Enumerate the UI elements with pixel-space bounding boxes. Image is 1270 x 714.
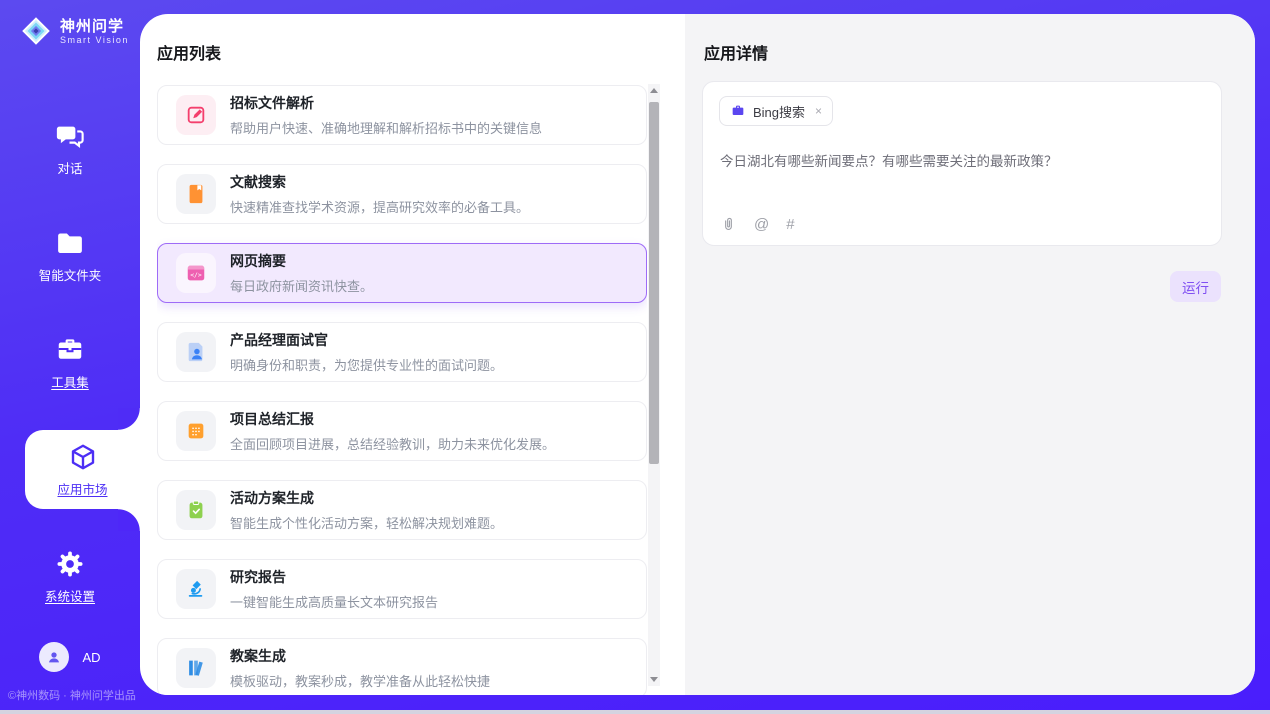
run-button[interactable]: 运行 [1170, 271, 1221, 302]
sidebar-item-label: 工具集 [51, 372, 89, 391]
toolbox-icon [55, 335, 85, 365]
hash-icon[interactable]: # [786, 216, 794, 233]
app-card-title: 研究报告 [230, 567, 438, 587]
tool-chip-label: Bing搜索 [753, 102, 805, 121]
browser-code-icon: </> [176, 253, 216, 293]
app-card-desc: 帮助用户快速、准确地理解和解析招标书中的关键信息 [230, 118, 542, 137]
brand-name: 神州问学 [60, 18, 129, 35]
folder-icon [55, 228, 85, 258]
sidebar-item-label: 应用市场 [57, 479, 107, 498]
app-card-desc: 全面回顾项目进展，总结经验教训，助力未来优化发展。 [230, 434, 555, 453]
tool-chip-bing-search[interactable]: Bing搜索 × [719, 96, 833, 126]
sidebar-item-market[interactable]: 应用市场 [25, 430, 140, 509]
microscope-icon [176, 569, 216, 609]
gear-icon [55, 549, 85, 579]
avatar [39, 642, 69, 672]
app-card-desc: 明确身份和职责，为您提供专业性的面试问题。 [230, 355, 503, 374]
chip-close-icon[interactable]: × [815, 104, 822, 118]
app-card-desc: 智能生成个性化活动方案，轻松解决规划难题。 [230, 513, 503, 532]
app-list-panel: 应用列表 招标文件解析帮助用户快速、准确地理解和解析招标书中的关键信息文献搜索快… [140, 14, 685, 695]
app-card-desc: 每日政府新闻资讯快查。 [230, 276, 373, 295]
edit-doc-icon [176, 95, 216, 135]
composer-toolbar: @ # [720, 216, 795, 233]
app-list-title: 应用列表 [157, 40, 221, 64]
sidebar-item-label: 智能文件夹 [39, 265, 102, 284]
scrollbar-down-arrow-icon[interactable] [650, 677, 658, 682]
note-icon [176, 411, 216, 451]
app-card[interactable]: 招标文件解析帮助用户快速、准确地理解和解析招标书中的关键信息 [157, 85, 647, 145]
bottom-strip [0, 710, 1270, 714]
app-card-list: 招标文件解析帮助用户快速、准确地理解和解析招标书中的关键信息文献搜索快速精准查找… [157, 85, 647, 695]
scrollbar-up-arrow-icon[interactable] [650, 88, 658, 93]
copyright-text: ©神州数码 · 神州问学出品 [8, 687, 136, 703]
query-text-input[interactable]: 今日湖北有哪些新闻要点？有哪些需要关注的最新政策？ [720, 152, 1201, 172]
scrollbar[interactable] [648, 84, 660, 686]
app-card-title: 项目总结汇报 [230, 409, 555, 429]
app-card[interactable]: </> 网页摘要每日政府新闻资讯快查。 [157, 243, 647, 303]
user-initials: AD [82, 650, 100, 665]
app-card[interactable]: 文献搜索快速精准查找学术资源，提高研究效率的必备工具。 [157, 164, 647, 224]
sidebar-item-label: 系统设置 [45, 586, 95, 605]
briefcase-icon [730, 103, 746, 119]
clipboard-check-icon [176, 490, 216, 530]
chat-icon [55, 121, 85, 151]
app-card[interactable]: 教案生成模板驱动，教案秒成，教学准备从此轻松快捷 [157, 638, 647, 695]
app-card-title: 活动方案生成 [230, 488, 503, 508]
app-card[interactable]: 项目总结汇报全面回顾项目进展，总结经验教训，助力未来优化发展。 [157, 401, 647, 461]
sidebar-item-folders[interactable]: 智能文件夹 [0, 202, 140, 309]
sidebar-item-chat[interactable]: 对话 [0, 95, 140, 202]
user-row[interactable]: AD [0, 642, 140, 672]
sidebar-nav: 对话智能文件夹工具集应用市场系统设置 [0, 95, 140, 630]
app-card-title: 产品经理面试官 [230, 330, 503, 350]
book-icon [176, 174, 216, 214]
brand: 神州问学 Smart Vision [20, 15, 129, 47]
app-card[interactable]: 活动方案生成智能生成个性化活动方案，轻松解决规划难题。 [157, 480, 647, 540]
app-detail-title: 应用详情 [704, 40, 768, 64]
svg-text:</>: </> [190, 271, 202, 279]
brand-subtitle: Smart Vision [60, 35, 129, 45]
app-card[interactable]: 产品经理面试官明确身份和职责，为您提供专业性的面试问题。 [157, 322, 647, 382]
app-card-desc: 一键智能生成高质量长文本研究报告 [230, 592, 438, 611]
books-icon [176, 648, 216, 688]
at-mention-icon[interactable]: @ [754, 216, 769, 233]
app-card-title: 网页摘要 [230, 251, 373, 271]
prompt-card[interactable]: Bing搜索 × 今日湖北有哪些新闻要点？有哪些需要关注的最新政策？ @ # [702, 81, 1222, 246]
app-detail-panel: 应用详情 Bing搜索 × 今日湖北有哪些新闻要点？有哪些需要关注的最新政策？ … [685, 14, 1255, 695]
app-card-title: 文献搜索 [230, 172, 529, 192]
cube-icon [68, 442, 98, 472]
app-card[interactable]: 研究报告一键智能生成高质量长文本研究报告 [157, 559, 647, 619]
app-card-desc: 快速精准查找学术资源，提高研究效率的必备工具。 [230, 197, 529, 216]
brand-logo-diamond-icon [20, 15, 52, 47]
app-card-desc: 模板驱动，教案秒成，教学准备从此轻松快捷 [230, 671, 490, 690]
person-doc-icon [176, 332, 216, 372]
scrollbar-thumb[interactable] [649, 102, 659, 464]
app-card-title: 教案生成 [230, 646, 490, 666]
paperclip-icon[interactable] [720, 216, 737, 233]
sidebar: 神州问学 Smart Vision 对话智能文件夹工具集应用市场系统设置 AD … [0, 0, 140, 710]
main-panel: 应用列表 招标文件解析帮助用户快速、准确地理解和解析招标书中的关键信息文献搜索快… [140, 14, 1255, 695]
sidebar-item-label: 对话 [57, 158, 82, 177]
sidebar-item-tools[interactable]: 工具集 [0, 309, 140, 416]
app-card-title: 招标文件解析 [230, 93, 542, 113]
sidebar-item-settings[interactable]: 系统设置 [0, 523, 140, 630]
